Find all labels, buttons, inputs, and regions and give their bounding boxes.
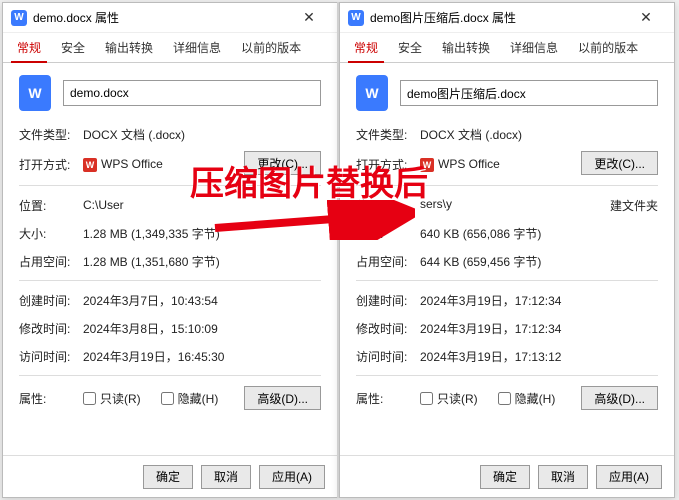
value-type: DOCX 文档 (.docx) — [420, 126, 658, 143]
titlebar[interactable]: demo.docx 属性 ✕ — [3, 3, 337, 33]
change-button[interactable]: 更改(C)... — [244, 151, 321, 175]
label-open: 打开方式: — [19, 156, 83, 173]
tab-details[interactable]: 详细信息 — [163, 33, 231, 62]
label-created: 创建时间: — [356, 292, 420, 309]
body: 文件类型:DOCX 文档 (.docx) 打开方式:WWPS Office更改(… — [3, 63, 337, 455]
hidden-checkbox[interactable]: 隐藏(H) — [161, 390, 219, 407]
label-type: 文件类型: — [356, 126, 420, 143]
tab-previous[interactable]: 以前的版本 — [231, 33, 311, 62]
value-disk: 1.28 MB (1,351,680 字节) — [83, 253, 321, 270]
separator — [19, 375, 321, 376]
filename-input[interactable] — [400, 80, 658, 106]
doc-icon — [348, 10, 364, 26]
value-loc: C:\User — [83, 198, 321, 212]
label-attr: 属性: — [19, 390, 83, 407]
window-title: demo图片压缩后.docx 属性 — [370, 9, 626, 26]
window-title: demo.docx 属性 — [33, 9, 289, 26]
value-open: WWPS Office — [420, 157, 581, 172]
value-disk: 644 KB (659,456 字节) — [420, 253, 658, 270]
separator — [19, 185, 321, 186]
value-accessed: 2024年3月19日，17:13:12 — [420, 348, 658, 365]
tab-general[interactable]: 常规 — [344, 33, 388, 62]
footer: 确定 取消 应用(A) — [3, 455, 337, 497]
value-size: 640 KB (656,086 字节) — [420, 225, 658, 242]
label-attr: 属性: — [356, 390, 420, 407]
value-created: 2024年3月19日，17:12:34 — [420, 292, 658, 309]
advanced-button[interactable]: 高级(D)... — [244, 386, 321, 410]
close-icon[interactable]: ✕ — [626, 4, 666, 32]
value-created: 2024年3月7日，10:43:54 — [83, 292, 321, 309]
properties-window-right: demo图片压缩后.docx 属性 ✕ 常规 安全 输出转换 详细信息 以前的版… — [339, 2, 675, 498]
value-modified: 2024年3月19日，17:12:34 — [420, 320, 658, 337]
advanced-button[interactable]: 高级(D)... — [581, 386, 658, 410]
value-accessed: 2024年3月19日，16:45:30 — [83, 348, 321, 365]
value-modified: 2024年3月8日，15:10:09 — [83, 320, 321, 337]
label-open: 打开方式: — [356, 156, 420, 173]
tab-security[interactable]: 安全 — [388, 33, 432, 62]
tabs: 常规 安全 输出转换 详细信息 以前的版本 — [340, 33, 674, 63]
tab-details[interactable]: 详细信息 — [500, 33, 568, 62]
label-accessed: 访问时间: — [19, 348, 83, 365]
value-open: WWPS Office — [83, 157, 244, 172]
hidden-checkbox[interactable]: 隐藏(H) — [498, 390, 556, 407]
label-modified: 修改时间: — [19, 320, 83, 337]
value-type: DOCX 文档 (.docx) — [83, 126, 321, 143]
label-disk: 占用空间: — [19, 253, 83, 270]
filename-input[interactable] — [63, 80, 321, 106]
tab-security[interactable]: 安全 — [51, 33, 95, 62]
file-icon — [356, 75, 388, 111]
wps-icon: W — [83, 158, 97, 172]
value-size: 1.28 MB (1,349,335 字节) — [83, 225, 321, 242]
tabs: 常规 安全 输出转换 详细信息 以前的版本 — [3, 33, 337, 63]
label-size: 大小: — [356, 225, 420, 242]
apply-button[interactable]: 应用(A) — [596, 465, 662, 489]
wps-icon: W — [420, 158, 434, 172]
separator — [19, 280, 321, 281]
cancel-button[interactable]: 取消 — [201, 465, 251, 489]
label-size: 大小: — [19, 225, 83, 242]
tab-general[interactable]: 常规 — [7, 33, 51, 62]
tab-previous[interactable]: 以前的版本 — [568, 33, 648, 62]
tab-output[interactable]: 输出转换 — [95, 33, 163, 62]
window-divider — [337, 2, 339, 498]
label-disk: 占用空间: — [356, 253, 420, 270]
footer: 确定 取消 应用(A) — [340, 455, 674, 497]
cancel-button[interactable]: 取消 — [538, 465, 588, 489]
titlebar[interactable]: demo图片压缩后.docx 属性 ✕ — [340, 3, 674, 33]
readonly-checkbox[interactable]: 只读(R) — [420, 390, 478, 407]
ok-button[interactable]: 确定 — [143, 465, 193, 489]
label-type: 文件类型: — [19, 126, 83, 143]
change-button[interactable]: 更改(C)... — [581, 151, 658, 175]
file-icon — [19, 75, 51, 111]
separator — [356, 375, 658, 376]
label-loc: 位置: — [19, 197, 83, 214]
label-accessed: 访问时间: — [356, 348, 420, 365]
ok-button[interactable]: 确定 — [480, 465, 530, 489]
tab-output[interactable]: 输出转换 — [432, 33, 500, 62]
label-modified: 修改时间: — [356, 320, 420, 337]
properties-window-left: demo.docx 属性 ✕ 常规 安全 输出转换 详细信息 以前的版本 文件类… — [2, 2, 338, 498]
separator — [356, 280, 658, 281]
separator — [356, 185, 658, 186]
value-loc: sers\y建文件夹 — [420, 197, 658, 214]
label-created: 创建时间: — [19, 292, 83, 309]
readonly-checkbox[interactable]: 只读(R) — [83, 390, 141, 407]
close-icon[interactable]: ✕ — [289, 4, 329, 32]
label-loc: 位置: — [356, 197, 420, 214]
body: 文件类型:DOCX 文档 (.docx) 打开方式:WWPS Office更改(… — [340, 63, 674, 455]
apply-button[interactable]: 应用(A) — [259, 465, 325, 489]
doc-icon — [11, 10, 27, 26]
